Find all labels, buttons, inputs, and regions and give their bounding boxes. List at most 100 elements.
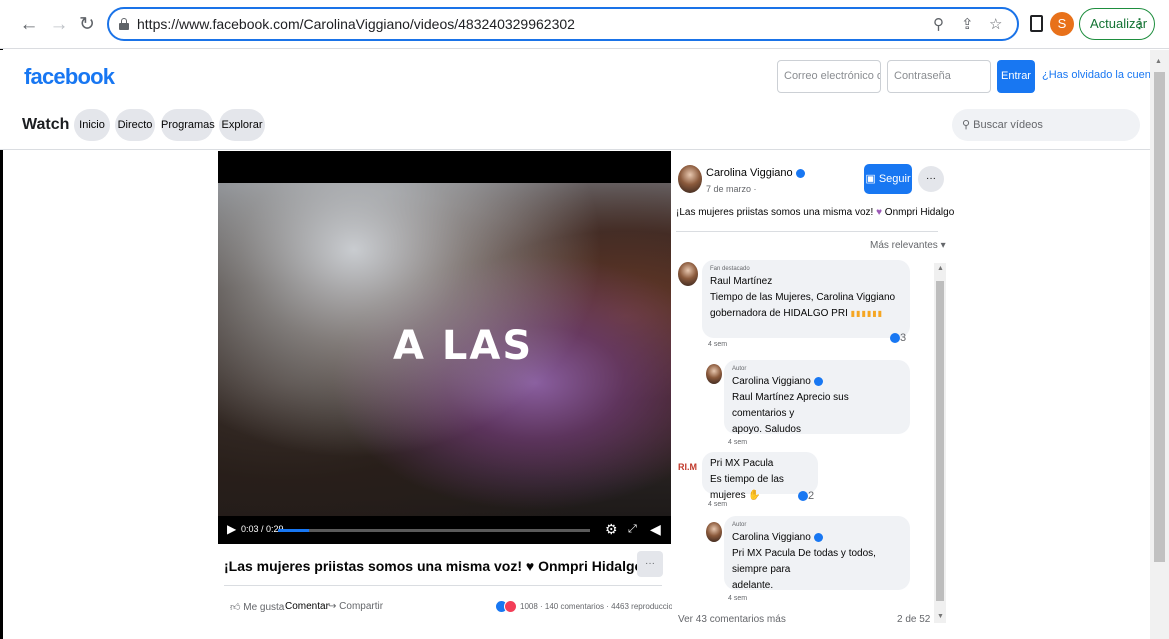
comment-time[interactable]: 4 sem <box>728 439 747 446</box>
watch-title[interactable]: Watch <box>22 116 69 134</box>
commenter-name[interactable]: Carolina Viggiano <box>732 532 811 543</box>
forward-arrow-icon[interactable]: → <box>48 14 70 36</box>
commenter-name[interactable]: Carolina Viggiano <box>732 376 811 387</box>
post-options-button[interactable]: ··· <box>918 166 944 192</box>
video-overlay-text: A LAS <box>393 323 534 369</box>
reply-avatar[interactable] <box>706 522 722 542</box>
search-placeholder: Buscar vídeos <box>973 119 1043 131</box>
share-arrow-icon: ↪ <box>328 601 340 612</box>
page-scrollbar[interactable]: ▲ <box>1150 50 1169 639</box>
comments-scrollbar-thumb[interactable] <box>936 281 944 601</box>
reply-avatar[interactable] <box>706 364 722 384</box>
comment-sort-dropdown[interactable]: Más relevantes ▾ <box>870 240 946 251</box>
comment-time[interactable]: 4 sem <box>708 501 727 508</box>
url-text[interactable]: https://www.facebook.com/CarolinaViggian… <box>137 16 575 32</box>
tab-explorar[interactable]: Explorar <box>219 109 265 141</box>
comment-text: Es tiempo de las mujeres <box>710 474 784 501</box>
post-text-main: ¡Las mujeres priistas somos una misma vo… <box>676 207 874 218</box>
update-button[interactable]: Actualizar ⋮ <box>1079 8 1155 40</box>
verified-badge-icon <box>795 168 805 178</box>
comment-bubble: Pri MX Pacula Es tiempo de las mujeres ✋ <box>702 452 818 501</box>
scroll-up-arrow-icon[interactable]: ▲ <box>1155 58 1162 65</box>
zoom-icon[interactable]: ⚲ <box>933 15 944 33</box>
follow-button[interactable]: ▣ Seguir <box>864 164 912 194</box>
reaction-count-text: 3 <box>900 332 907 344</box>
comment-time[interactable]: 4 sem <box>728 595 747 602</box>
star-icon[interactable]: ☆ <box>989 15 1002 33</box>
side-panel-icon[interactable] <box>1030 15 1043 32</box>
like-button[interactable]: 👍︎ Me gusta <box>230 601 284 613</box>
reply-bubble: Autor Carolina Viggiano Pri MX Pacula De… <box>724 516 910 591</box>
author-badge: Autor <box>732 522 747 528</box>
share-icon[interactable]: ⇪ <box>961 15 974 33</box>
video-more-options-button[interactable]: ··· <box>637 551 663 577</box>
post-text-suffix: Onmpri Hidalgo <box>884 207 955 218</box>
facebook-logo[interactable]: facebook <box>24 64 115 90</box>
page-scrollbar-thumb[interactable] <box>1154 72 1165 562</box>
author-name[interactable]: Carolina Viggiano <box>706 167 805 179</box>
password-field[interactable]: Contraseña <box>887 60 991 93</box>
comment-text: Raul Martínez Aprecio sus comentarios y <box>732 392 849 419</box>
comment-button[interactable]: Comentar <box>285 601 329 612</box>
comment-reaction-count[interactable]: 3 <box>890 332 906 344</box>
video-controls: ▶ 0:03 / 0:29 ⚙ ⤢ ◀ <box>218 516 671 544</box>
purple-heart-icon: ♥ <box>876 207 883 218</box>
search-videos-input[interactable]: ⚲ Buscar vídeos <box>952 109 1140 141</box>
comment-time[interactable]: 4 sem <box>708 341 727 348</box>
tab-directo[interactable]: Directo <box>115 109 155 141</box>
video-progress-bar[interactable] <box>278 529 590 532</box>
tab-programas[interactable]: Programas <box>161 109 215 141</box>
settings-gear-icon[interactable]: ⚙ <box>605 521 618 538</box>
share-button[interactable]: ↪ Compartir <box>328 601 383 612</box>
like-label: Me gusta <box>243 602 285 613</box>
flag-emoji-icon: ▮▮▮▮▮▮ <box>850 309 884 318</box>
reload-icon[interactable]: ↻ <box>76 14 98 36</box>
commenter-name[interactable]: Pri MX Pacula <box>710 458 773 469</box>
video-progress-fill <box>278 529 310 532</box>
verified-badge-icon <box>813 532 823 542</box>
reaction-icons[interactable] <box>495 600 521 614</box>
author-avatar[interactable] <box>678 165 702 193</box>
comments-scrollbar[interactable]: ▲ ▼ <box>934 263 946 623</box>
divider <box>224 585 662 586</box>
reaction-count-text: 2 <box>808 490 815 502</box>
fullscreen-icon[interactable]: ⤢ <box>628 523 637 536</box>
commenter-avatar[interactable] <box>678 262 698 286</box>
profile-avatar[interactable]: S <box>1050 12 1074 36</box>
video-stats: 1008 · 140 comentarios · 4463 reproducci… <box>520 602 686 611</box>
comment-text: Tiempo de las Mujeres, Carolina Viggiano <box>710 292 896 303</box>
commenter-avatar[interactable]: RI.M <box>678 462 697 472</box>
waving-hand-icon: ✋ <box>748 490 761 501</box>
forgot-account-link[interactable]: ¿Has olvidado la cuenta? <box>1042 69 1166 81</box>
login-button[interactable]: Entrar <box>997 60 1035 93</box>
author-badge: Autor <box>732 366 747 372</box>
address-bar[interactable]: https://www.facebook.com/CarolinaViggian… <box>107 7 1019 41</box>
comment-text: adelante. <box>732 580 774 591</box>
comment-text: Pri MX Pacula De todas y todos, siempre … <box>732 548 876 575</box>
video-player[interactable]: A LAS ▶ 0:03 / 0:29 ⚙ ⤢ ◀ <box>218 151 671 544</box>
comment-text: apoyo. Saludos <box>732 424 801 435</box>
follow-label: Seguir <box>878 173 911 185</box>
watch-nav: Watch Inicio Directo Programas Explorar … <box>0 102 1150 150</box>
follow-icon: ▣ <box>865 173 879 185</box>
comments-count: 2 de 52 <box>897 614 931 625</box>
tab-inicio[interactable]: Inicio <box>74 109 110 141</box>
reply-bubble: Autor Carolina Viggiano Raul Martínez Ap… <box>724 360 910 435</box>
post-date[interactable]: 7 de marzo · <box>706 184 757 194</box>
comments-list: Fan destacado Raul Martínez Tiempo de la… <box>672 256 932 621</box>
share-label: Compartir <box>339 601 384 612</box>
scroll-down-arrow-icon[interactable]: ▼ <box>937 613 944 620</box>
comment-reaction-count[interactable]: 2 <box>798 490 814 502</box>
comment-bubble: Fan destacado Raul Martínez Tiempo de la… <box>702 260 910 338</box>
verified-badge-icon <box>813 376 823 386</box>
view-more-comments-link[interactable]: Ver 43 comentarios más <box>678 614 786 625</box>
play-icon[interactable]: ▶ <box>227 522 236 536</box>
volume-icon[interactable]: ◀ <box>650 521 661 538</box>
commenter-name[interactable]: Raul Martínez <box>710 276 772 287</box>
like-reaction-icon <box>798 491 808 502</box>
email-field[interactable]: Correo electrónico o te <box>777 60 881 93</box>
back-arrow-icon[interactable]: ← <box>18 14 40 36</box>
scroll-up-arrow-icon[interactable]: ▲ <box>937 265 944 272</box>
fan-badge: Fan destacado <box>710 266 750 272</box>
search-icon: ⚲ <box>962 119 974 131</box>
